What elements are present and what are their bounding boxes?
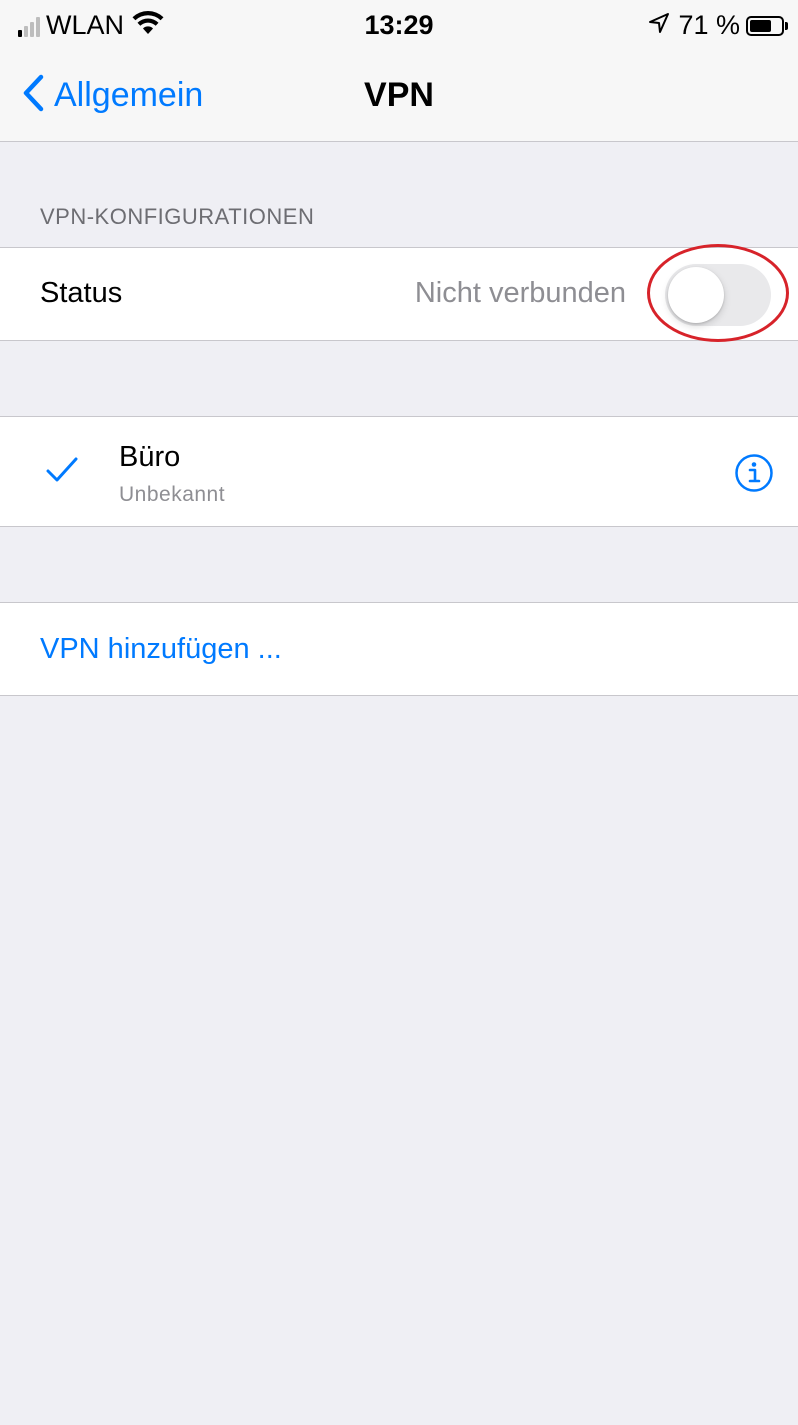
location-arrow-icon xyxy=(648,12,670,39)
status-row: Status Nicht verbunden xyxy=(0,247,798,341)
add-vpn-button[interactable]: VPN hinzufügen ... xyxy=(0,602,798,696)
vpn-config-row[interactable]: Büro Unbekannt xyxy=(0,416,798,527)
toggle-knob xyxy=(668,267,724,323)
vpn-subtitle: Unbekannt xyxy=(119,483,226,506)
battery-percent: 71 % xyxy=(678,10,740,40)
status-bar: WLAN 13:29 71 % xyxy=(0,0,798,56)
add-vpn-label: VPN hinzufügen ... xyxy=(40,633,282,665)
status-bar-right: 71 % xyxy=(648,10,788,41)
status-label: Status xyxy=(40,277,123,309)
status-value: Nicht verbunden xyxy=(414,277,626,309)
page-title: VPN xyxy=(364,76,434,114)
info-icon[interactable] xyxy=(734,453,774,498)
navigation-bar: Allgemein VPN xyxy=(0,56,798,142)
vpn-status-toggle[interactable] xyxy=(665,264,771,326)
battery-level xyxy=(750,19,771,32)
battery-icon xyxy=(746,15,784,36)
battery-tip xyxy=(785,21,788,30)
section-header: VPN-KONFIGURATIONEN xyxy=(40,204,315,229)
vpn-name: Büro xyxy=(119,441,181,473)
checkmark-icon xyxy=(46,457,78,488)
